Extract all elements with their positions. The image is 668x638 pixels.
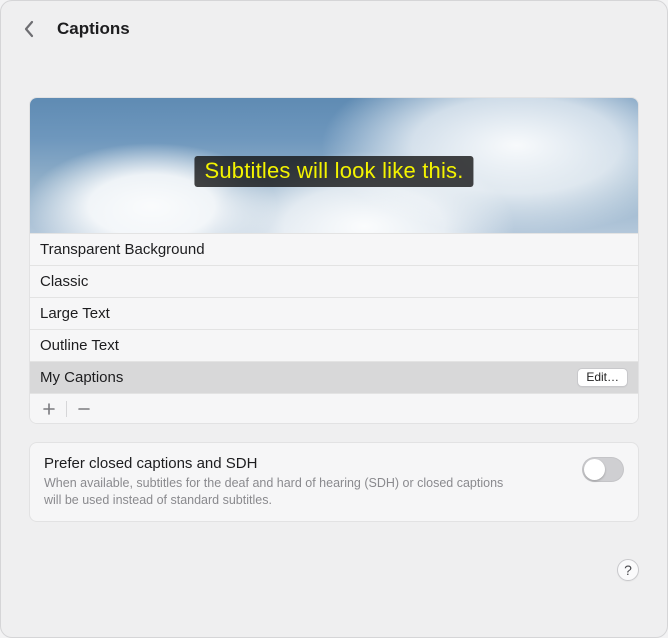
subtitle-sample-text: Subtitles will look like this. (194, 156, 473, 187)
prefer-sdh-card: Prefer closed captions and SDH When avai… (29, 442, 639, 522)
style-list-toolbar (30, 393, 638, 423)
style-row-transparent-background[interactable]: Transparent Background (30, 233, 638, 265)
add-style-button[interactable] (36, 398, 62, 420)
style-label: Classic (40, 273, 88, 290)
style-row-my-captions[interactable]: My Captions Edit… (30, 361, 638, 393)
question-mark-icon: ? (624, 562, 632, 578)
pref-title: Prefer closed captions and SDH (44, 455, 566, 472)
pref-description: When available, subtitles for the deaf a… (44, 475, 514, 509)
style-label: Large Text (40, 305, 110, 322)
toolbar-separator (66, 401, 67, 417)
pref-text: Prefer closed captions and SDH When avai… (44, 455, 566, 509)
toggle-knob (584, 459, 605, 480)
style-list: Transparent Background Classic Large Tex… (30, 233, 638, 423)
plus-icon (43, 403, 55, 415)
prefer-sdh-toggle[interactable] (582, 457, 624, 482)
subtitle-preview: Subtitles will look like this. (30, 98, 638, 233)
preview-card: Subtitles will look like this. Transpare… (29, 97, 639, 424)
chevron-left-icon (23, 20, 35, 38)
style-row-large-text[interactable]: Large Text (30, 297, 638, 329)
style-label: Outline Text (40, 337, 119, 354)
content-area: Subtitles will look like this. Transpare… (1, 49, 667, 522)
remove-style-button[interactable] (71, 398, 97, 420)
page-title: Captions (57, 19, 130, 39)
help-button[interactable]: ? (617, 559, 639, 581)
captions-settings-window: Captions Subtitles will look like this. … (0, 0, 668, 638)
style-row-classic[interactable]: Classic (30, 265, 638, 297)
edit-style-button[interactable]: Edit… (577, 368, 628, 387)
minus-icon (78, 403, 90, 415)
style-label: Transparent Background (40, 241, 205, 258)
header: Captions (1, 1, 667, 49)
style-row-outline-text[interactable]: Outline Text (30, 329, 638, 361)
back-button[interactable] (19, 19, 39, 39)
style-label: My Captions (40, 369, 123, 386)
